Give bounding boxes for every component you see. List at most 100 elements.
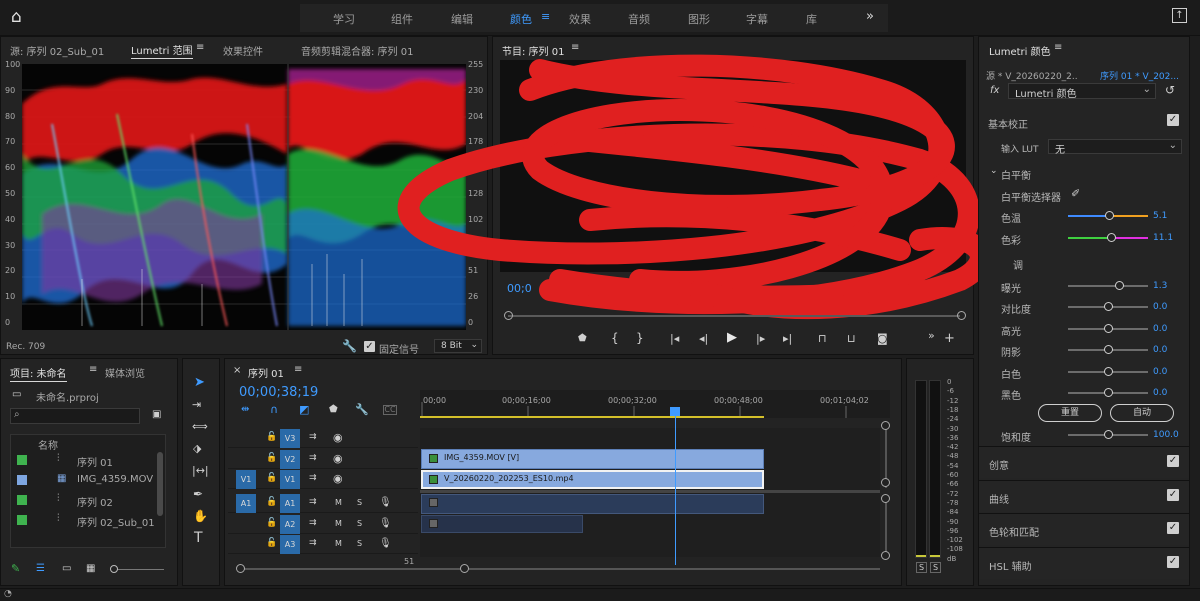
snap-icon[interactable]: ∩ bbox=[270, 404, 278, 415]
track-select-tool-icon[interactable]: ⇥ bbox=[192, 399, 201, 410]
h-scroll-handle-left[interactable] bbox=[236, 564, 245, 573]
list-view-icon[interactable]: ☰ bbox=[36, 564, 45, 574]
microphone-icon[interactable]: 🎙 bbox=[379, 539, 392, 549]
source-patch-button[interactable]: V1 bbox=[236, 470, 256, 489]
lumetri-section-checkbox[interactable]: ✓ bbox=[1167, 522, 1179, 534]
tint-knob[interactable] bbox=[1107, 233, 1116, 242]
lock-icon[interactable]: 🔓 bbox=[266, 519, 277, 528]
solo-icon[interactable]: S bbox=[357, 499, 362, 507]
more-workspaces-button[interactable]: » bbox=[866, 9, 874, 24]
basic-correction-label[interactable]: 基本校正 bbox=[988, 116, 1028, 131]
lock-icon[interactable]: 🔓 bbox=[266, 454, 277, 463]
nest-toggle-icon[interactable]: ⇹ bbox=[241, 405, 249, 415]
clip-img-4359-video[interactable]: IMG_4359.MOV [V] bbox=[421, 449, 764, 469]
sync-lock-icon[interactable]: ⇉ bbox=[309, 474, 317, 483]
label-color-swatch[interactable] bbox=[17, 515, 27, 525]
tone-slider-value[interactable]: 0.0 bbox=[1153, 324, 1167, 334]
captions-icon[interactable]: CC bbox=[383, 405, 397, 415]
play-icon[interactable]: ▶ bbox=[727, 331, 737, 344]
mute-icon[interactable]: M bbox=[335, 540, 342, 548]
auto-button[interactable]: 自动 bbox=[1110, 404, 1174, 422]
slip-tool-icon[interactable]: |↔| bbox=[192, 465, 209, 476]
v-scroll-knob[interactable] bbox=[881, 421, 890, 430]
tab-media-browser[interactable]: 媒体浏览 bbox=[105, 365, 147, 380]
pencil-icon[interactable]: ✎ bbox=[11, 563, 20, 574]
tone-slider[interactable] bbox=[1068, 302, 1148, 312]
icon-view-icon[interactable]: ▭ bbox=[62, 564, 71, 574]
solo-icon[interactable]: S bbox=[357, 520, 362, 528]
lumetri-menu-icon[interactable]: ≡ bbox=[1054, 43, 1062, 53]
add-marker-timeline-icon[interactable]: ⬟ bbox=[329, 405, 338, 415]
bit-depth-select[interactable]: 8 Bit ⌄ bbox=[434, 339, 482, 353]
eye-icon[interactable]: ◉ bbox=[333, 432, 343, 443]
tone-slider-value[interactable]: 0.0 bbox=[1153, 367, 1167, 377]
saturation-value[interactable]: 100.0 bbox=[1153, 430, 1179, 440]
go-to-out-icon[interactable]: ▸| bbox=[783, 333, 792, 344]
saturation-knob[interactable] bbox=[1104, 430, 1113, 439]
v-scroll-knob[interactable] bbox=[881, 551, 890, 560]
type-tool-icon[interactable]: T bbox=[194, 531, 203, 545]
lumetri-section-label[interactable]: 色轮和匹配 bbox=[989, 524, 1039, 539]
export-frame-icon[interactable]: ◙ bbox=[877, 333, 888, 344]
lock-icon[interactable]: 🔓 bbox=[266, 474, 277, 483]
lock-icon[interactable]: 🔓 bbox=[266, 498, 277, 507]
menu-editing[interactable]: 编辑 bbox=[451, 11, 473, 27]
lumetri-source-label[interactable]: 源 * V_20260220_2... bbox=[986, 69, 1078, 82]
saturation-slider[interactable] bbox=[1068, 430, 1148, 439]
menu-color[interactable]: 颜色 bbox=[510, 11, 532, 27]
tone-slider-knob[interactable] bbox=[1104, 323, 1113, 333]
project-list-scrollbar[interactable] bbox=[157, 452, 163, 516]
lumetri-target-label[interactable]: 序列 01 * V_202... bbox=[1100, 69, 1188, 82]
menu-libraries[interactable]: 库 bbox=[806, 11, 817, 27]
eye-icon[interactable]: ◉ bbox=[333, 473, 343, 484]
color-menu-icon[interactable]: ≡ bbox=[541, 11, 550, 22]
tone-slider-knob[interactable] bbox=[1104, 366, 1113, 376]
ripple-edit-tool-icon[interactable]: ⟺ bbox=[192, 421, 208, 432]
home-icon[interactable]: ⌂ bbox=[11, 9, 22, 26]
sync-lock-icon[interactable]: ⇉ bbox=[309, 433, 317, 442]
eyedropper-icon[interactable]: ✐ bbox=[1071, 188, 1080, 199]
label-color-swatch[interactable] bbox=[17, 475, 27, 485]
zoom-knob[interactable] bbox=[110, 565, 118, 573]
v-scroll-audio[interactable] bbox=[885, 500, 887, 556]
tone-slider[interactable] bbox=[1068, 345, 1148, 355]
mute-icon[interactable]: M bbox=[335, 520, 342, 528]
clamp-signal-checkbox[interactable]: ✓ bbox=[364, 341, 375, 352]
pen-tool-icon[interactable]: ✒ bbox=[193, 488, 203, 500]
step-back-icon[interactable]: ◂| bbox=[699, 333, 708, 344]
mark-in-icon[interactable]: { bbox=[611, 332, 619, 344]
clip-v20260220-video[interactable]: V_20260220_202253_ES10.mp4 bbox=[421, 470, 764, 489]
scopes-menu-icon[interactable]: ≡ bbox=[196, 43, 204, 53]
microphone-icon[interactable]: 🎙 bbox=[379, 519, 392, 529]
chevron-down-icon[interactable]: ⌄ bbox=[990, 167, 998, 176]
track-target-button[interactable]: A1 bbox=[280, 494, 300, 513]
white-balance-label[interactable]: 白平衡 bbox=[1001, 167, 1031, 182]
menu-audio[interactable]: 音频 bbox=[628, 11, 650, 27]
menu-assembly[interactable]: 组件 bbox=[391, 11, 413, 27]
solo-left-button[interactable]: S bbox=[916, 562, 927, 573]
tint-value[interactable]: 11.1 bbox=[1153, 233, 1173, 243]
work-area-bar[interactable] bbox=[420, 416, 764, 418]
project-item-name[interactable]: IMG_4359.MOV bbox=[77, 474, 153, 485]
wrench-icon[interactable]: 🔧 bbox=[342, 340, 357, 352]
sync-lock-icon[interactable]: ⇉ bbox=[309, 519, 317, 528]
lock-icon[interactable]: 🔓 bbox=[266, 433, 277, 442]
lock-icon[interactable]: 🔓 bbox=[266, 539, 277, 548]
v-scroll-knob[interactable] bbox=[881, 478, 890, 487]
playhead-handle[interactable] bbox=[670, 407, 680, 416]
step-forward-icon[interactable]: |▸ bbox=[756, 333, 765, 344]
lumetri-section-checkbox[interactable]: ✓ bbox=[1167, 455, 1179, 467]
timeline-timecode[interactable]: 00;00;38;19 bbox=[239, 385, 318, 400]
lumetri-section-label[interactable]: HSL 辅助 bbox=[989, 558, 1032, 573]
track-target-button[interactable]: V2 bbox=[280, 450, 300, 469]
new-bin-icon[interactable]: ▣ bbox=[152, 410, 161, 420]
tint-slider[interactable] bbox=[1068, 233, 1148, 242]
add-button-icon[interactable]: + bbox=[944, 332, 955, 345]
fx-icon[interactable]: fx bbox=[990, 86, 999, 96]
tab-sequence-01[interactable]: 序列 01 bbox=[248, 365, 284, 380]
sync-lock-icon[interactable]: ⇉ bbox=[309, 539, 317, 548]
go-to-in-icon[interactable]: |◂ bbox=[670, 333, 679, 344]
v-scroll-knob[interactable] bbox=[881, 494, 890, 503]
project-item-name[interactable]: 序列 02 bbox=[77, 494, 113, 509]
project-menu-icon[interactable]: ≡ bbox=[89, 365, 97, 375]
